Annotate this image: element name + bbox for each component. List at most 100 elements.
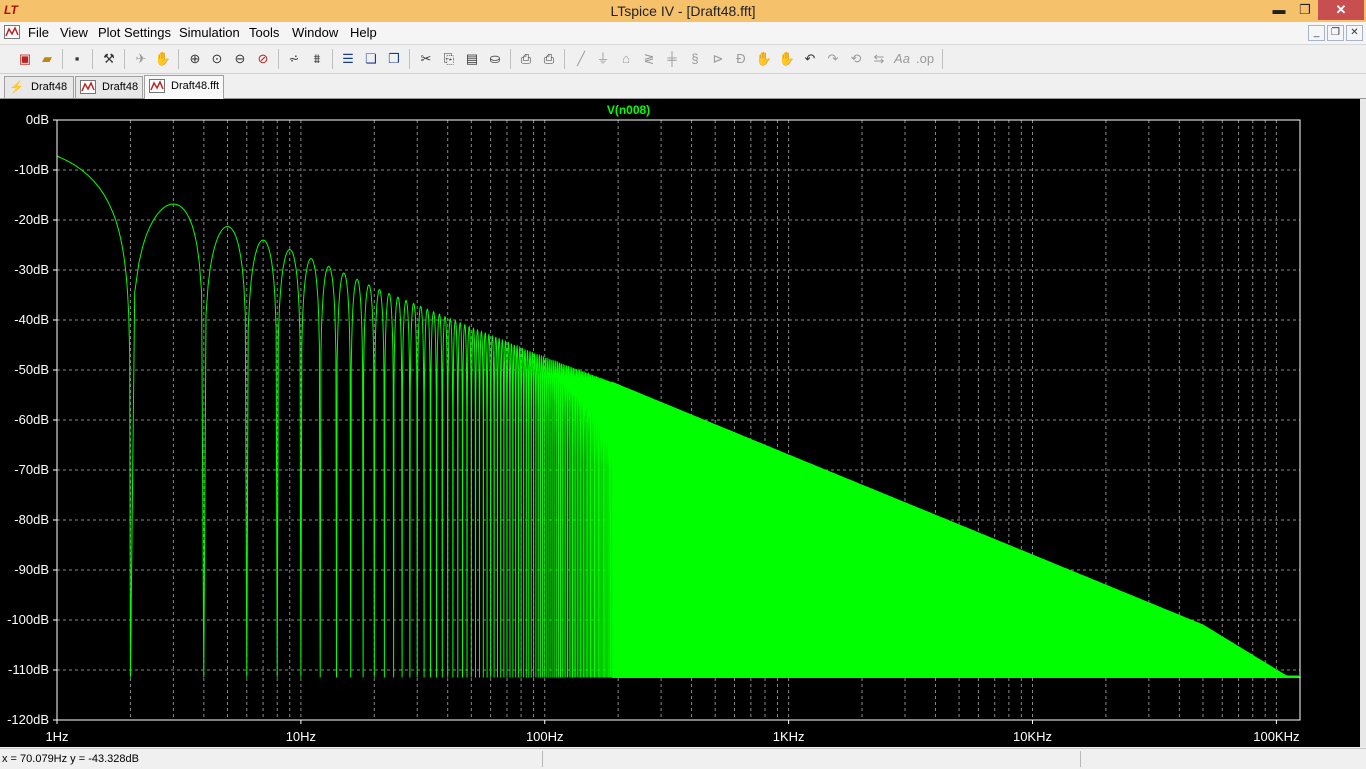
tile-vertical-icon[interactable]: ❐: [385, 50, 403, 68]
save-icon[interactable]: ▪: [68, 50, 86, 68]
inductor-icon[interactable]: §: [686, 50, 704, 68]
trace-line[interactable]: [56, 155, 614, 678]
cursor-readout: x = 70.079Hz y = -43.328dB: [2, 753, 139, 765]
restore-button[interactable]: ❐: [1294, 0, 1316, 20]
rotate-icon[interactable]: ⟲: [847, 50, 865, 68]
fft-waveform-icon: [149, 79, 165, 93]
wire-icon[interactable]: ╱: [572, 50, 590, 68]
x-tick-label: 10KHz: [1013, 729, 1052, 744]
x-tick-label: 1Hz: [45, 729, 68, 744]
run-icon[interactable]: ✈: [132, 50, 150, 68]
y-tick-label: -110dB: [8, 662, 49, 677]
x-tick-label: 100Hz: [526, 729, 564, 744]
y-tick-label: -120dB: [7, 712, 49, 727]
menu-view[interactable]: View: [60, 25, 88, 40]
menu-tools[interactable]: Tools: [249, 25, 279, 40]
y-tick-label: -90dB: [14, 562, 49, 577]
title-bar: LT LTspice IV - [Draft48.fft] ▬ ❐ ✕: [0, 0, 1366, 22]
trace-label-v-n008[interactable]: V(n008): [607, 103, 650, 117]
y-tick-label: -80dB: [14, 512, 49, 527]
y-tick-label: -40dB: [14, 312, 49, 327]
toolbar-separator: [942, 49, 943, 69]
waveform-plot-pane[interactable]: 0dB -10dB -20dB -30dB -40dB -50dB -60dB -70dB -8…: [0, 99, 1360, 747]
y-tick-label: -50dB: [14, 362, 49, 377]
cascade-icon[interactable]: ❏: [362, 50, 380, 68]
vertical-scrollbar[interactable]: [1360, 99, 1366, 747]
zoom-in-icon[interactable]: ⊕: [186, 50, 204, 68]
print-icon[interactable]: ⎙: [540, 50, 558, 68]
halt-icon[interactable]: ✋: [154, 50, 172, 68]
menu-window[interactable]: Window: [292, 25, 338, 40]
toolbar-separator: [124, 49, 125, 69]
menu-file[interactable]: File: [28, 25, 49, 40]
move-icon[interactable]: ✋: [755, 50, 773, 68]
status-separator: [1080, 751, 1081, 767]
window-title: LTspice IV - [Draft48.fft]: [610, 3, 756, 19]
tile-horizontal-icon[interactable]: ☰: [339, 50, 357, 68]
mdi-restore-button[interactable]: ❐: [1327, 25, 1344, 41]
autorange-icon[interactable]: ⩫: [285, 50, 303, 68]
document-tab-bar: ⚡ Draft48 Draft48 Draft48.fft: [0, 74, 1366, 99]
toolbar-separator: [510, 49, 511, 69]
y-tick-label: -10dB: [14, 162, 49, 177]
schematic-icon: ⚡: [9, 80, 24, 94]
document-waveform-icon[interactable]: [4, 25, 20, 39]
toolbar-separator: [62, 49, 63, 69]
x-tick-label: 100KHz: [1253, 729, 1299, 744]
find-icon[interactable]: ⛀: [486, 50, 504, 68]
open-icon[interactable]: ▰: [38, 50, 56, 68]
control-panel-icon[interactable]: ⚒: [100, 50, 118, 68]
resistor-icon[interactable]: ≷: [640, 50, 658, 68]
menu-bar: File View Plot Settings Simulation Tools…: [0, 22, 1366, 45]
toolbar-separator: [409, 49, 410, 69]
spice-directive-icon[interactable]: .op: [916, 50, 934, 68]
y-tick-label: -60dB: [14, 412, 49, 427]
ground-icon[interactable]: ⏚: [594, 50, 612, 68]
y-tick-label: -30dB: [14, 262, 49, 277]
toolbar-separator: [278, 49, 279, 69]
mirror-icon[interactable]: ⇆: [870, 50, 888, 68]
close-button[interactable]: ✕: [1318, 0, 1364, 20]
undo-icon[interactable]: ↶: [801, 50, 819, 68]
mdi-minimize-button[interactable]: _: [1308, 25, 1325, 41]
zoom-back-icon[interactable]: ⊙: [208, 50, 226, 68]
zoom-fit-icon[interactable]: ⊖: [231, 50, 249, 68]
fft-plot[interactable]: 0dB -10dB -20dB -30dB -40dB -50dB -60dB -70dB -8…: [0, 99, 1360, 747]
menu-plot-settings[interactable]: Plot Settings: [98, 25, 171, 40]
component-icon[interactable]: Ð: [732, 50, 750, 68]
diode-icon[interactable]: ⊳: [709, 50, 727, 68]
status-separator: [542, 751, 543, 767]
status-bar: x = 70.079Hz y = -43.328dB: [0, 748, 1366, 769]
toolbar-separator: [564, 49, 565, 69]
new-schematic-icon[interactable]: ▣: [16, 50, 34, 68]
tab-draft48-waveform[interactable]: Draft48: [75, 76, 143, 98]
copy-icon[interactable]: ⎘: [440, 50, 458, 68]
zoom-cancel-icon[interactable]: ⊘: [254, 50, 272, 68]
x-tick-label: 10Hz: [286, 729, 316, 744]
y-axis-tick-labels: 0dB -10dB -20dB -30dB -40dB -50dB -60dB -70dB -8…: [7, 112, 57, 727]
x-axis-tick-labels: 1Hz 10Hz 100Hz 1KHz 10KHz 100KHz: [45, 720, 1299, 744]
toolbar-separator: [178, 49, 179, 69]
text-icon[interactable]: Aa: [893, 50, 911, 68]
delete-trace-icon[interactable]: ⩩: [308, 50, 326, 68]
redo-icon[interactable]: ↷: [824, 50, 842, 68]
capacitor-icon[interactable]: ╪: [663, 50, 681, 68]
menu-simulation[interactable]: Simulation: [179, 25, 240, 40]
menu-help[interactable]: Help: [350, 25, 377, 40]
drag-icon[interactable]: ✋: [778, 50, 796, 68]
y-tick-label: -20dB: [14, 212, 49, 227]
tab-draft48-schematic[interactable]: ⚡ Draft48: [4, 76, 74, 98]
mdi-close-button[interactable]: ✕: [1346, 25, 1363, 41]
cut-icon[interactable]: ✂: [417, 50, 435, 68]
toolbar: ▣ ▰ ▪ ⚒ ✈ ✋ ⊕ ⊙ ⊖ ⊘ ⩫ ⩩ ☰ ❏ ❐ ✂ ⎘ ▤ ⛀ ⎙ …: [0, 45, 1366, 74]
paste-icon[interactable]: ▤: [463, 50, 481, 68]
minimize-button[interactable]: ▬: [1268, 0, 1290, 20]
trace-v-n008: [56, 155, 1302, 678]
tab-label: Draft48: [31, 81, 68, 93]
label-net-icon[interactable]: ⌂: [617, 50, 635, 68]
tab-draft48-fft[interactable]: Draft48.fft: [144, 75, 224, 99]
y-tick-label: -70dB: [14, 462, 49, 477]
trace-dense-fill: [612, 381, 1302, 678]
waveform-icon: [80, 80, 96, 94]
print-setup-icon[interactable]: ⎙: [517, 50, 535, 68]
